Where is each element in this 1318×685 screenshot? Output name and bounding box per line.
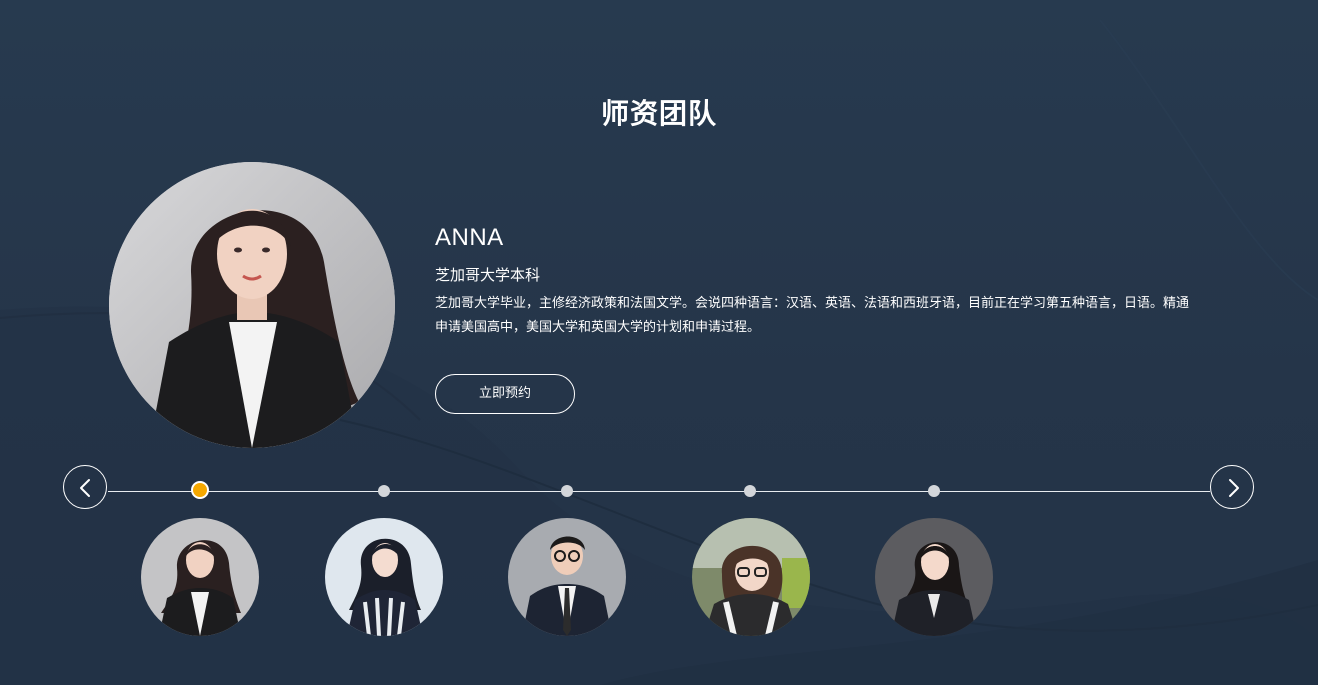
featured-teacher-photo [109,162,395,448]
carousel-prev-button[interactable] [63,465,107,509]
teacher-thumbnail-1[interactable] [141,518,259,636]
teacher-thumbnail-2[interactable] [325,518,443,636]
timeline-dot-5[interactable] [928,485,940,497]
teacher-name: ANNA [435,224,504,251]
teacher-thumbnail-4[interactable] [692,518,810,636]
timeline-dot-3[interactable] [561,485,573,497]
carousel-next-button[interactable] [1210,465,1254,509]
teacher-thumbnail-5[interactable] [875,518,993,636]
teacher-degree: 芝加哥大学本科 [435,266,541,284]
chevron-right-icon [1229,479,1239,497]
book-now-button[interactable]: 立即预约 [435,374,575,414]
chevron-left-icon [80,479,90,497]
timeline-dot-4[interactable] [744,485,756,497]
timeline-track [108,491,1210,492]
timeline-dot-1[interactable] [193,483,207,497]
teacher-thumbnail-3[interactable] [508,518,626,636]
section-title: 师资团队 [600,97,717,130]
timeline-dot-2[interactable] [378,485,390,497]
teacher-team-section: 师资团队 ANNA 芝加哥大学本科 芝加哥大学毕业，主修经济政策和法国文学。会说… [0,0,1318,685]
teacher-bio: 芝加哥大学毕业，主修经济政策和法国文学。会说四种语言：汉语、英语、法语和西班牙语… [435,296,1190,335]
